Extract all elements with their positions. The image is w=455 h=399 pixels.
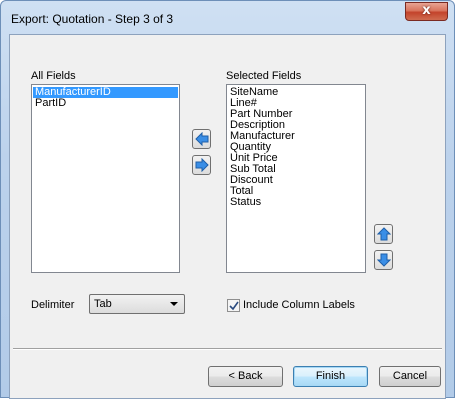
delimiter-select[interactable]: Tab bbox=[89, 294, 185, 314]
dialog-window: Export: Quotation - Step 3 of 3 x All Fi… bbox=[0, 0, 455, 399]
footer-divider bbox=[13, 348, 442, 350]
arrow-down-icon bbox=[377, 253, 391, 267]
include-labels-checkbox[interactable] bbox=[227, 299, 240, 312]
dialog-body: All Fields ManufacturerID PartID Selecte… bbox=[9, 34, 446, 399]
delimiter-value: Tab bbox=[94, 298, 112, 310]
cancel-button[interactable]: Cancel bbox=[379, 366, 441, 387]
all-fields-label: All Fields bbox=[31, 70, 76, 82]
include-labels-label: Include Column Labels bbox=[243, 299, 355, 311]
delimiter-label: Delimiter bbox=[31, 299, 75, 311]
back-button[interactable]: < Back bbox=[208, 366, 283, 387]
arrow-right-icon bbox=[195, 158, 209, 172]
list-item[interactable]: PartID bbox=[33, 98, 178, 109]
move-up-button[interactable] bbox=[374, 224, 393, 244]
close-icon: x bbox=[422, 3, 431, 18]
selected-fields-label: Selected Fields bbox=[226, 70, 302, 82]
add-field-button[interactable] bbox=[192, 155, 211, 175]
arrow-up-icon bbox=[377, 227, 391, 241]
finish-button[interactable]: Finish bbox=[293, 366, 368, 387]
remove-field-button[interactable] bbox=[192, 129, 211, 149]
move-down-button[interactable] bbox=[374, 250, 393, 270]
arrow-left-icon bbox=[195, 132, 209, 146]
title-bar[interactable]: Export: Quotation - Step 3 of 3 x bbox=[1, 1, 454, 35]
all-fields-list[interactable]: ManufacturerID PartID bbox=[31, 84, 180, 273]
selected-fields-list[interactable]: SiteName Line# Part Number Description M… bbox=[226, 84, 366, 273]
chevron-down-icon bbox=[170, 302, 178, 306]
close-button[interactable]: x bbox=[405, 2, 448, 21]
window-title: Export: Quotation - Step 3 of 3 bbox=[11, 12, 174, 26]
list-item[interactable]: Status bbox=[228, 197, 364, 208]
checkmark-icon bbox=[229, 301, 239, 311]
